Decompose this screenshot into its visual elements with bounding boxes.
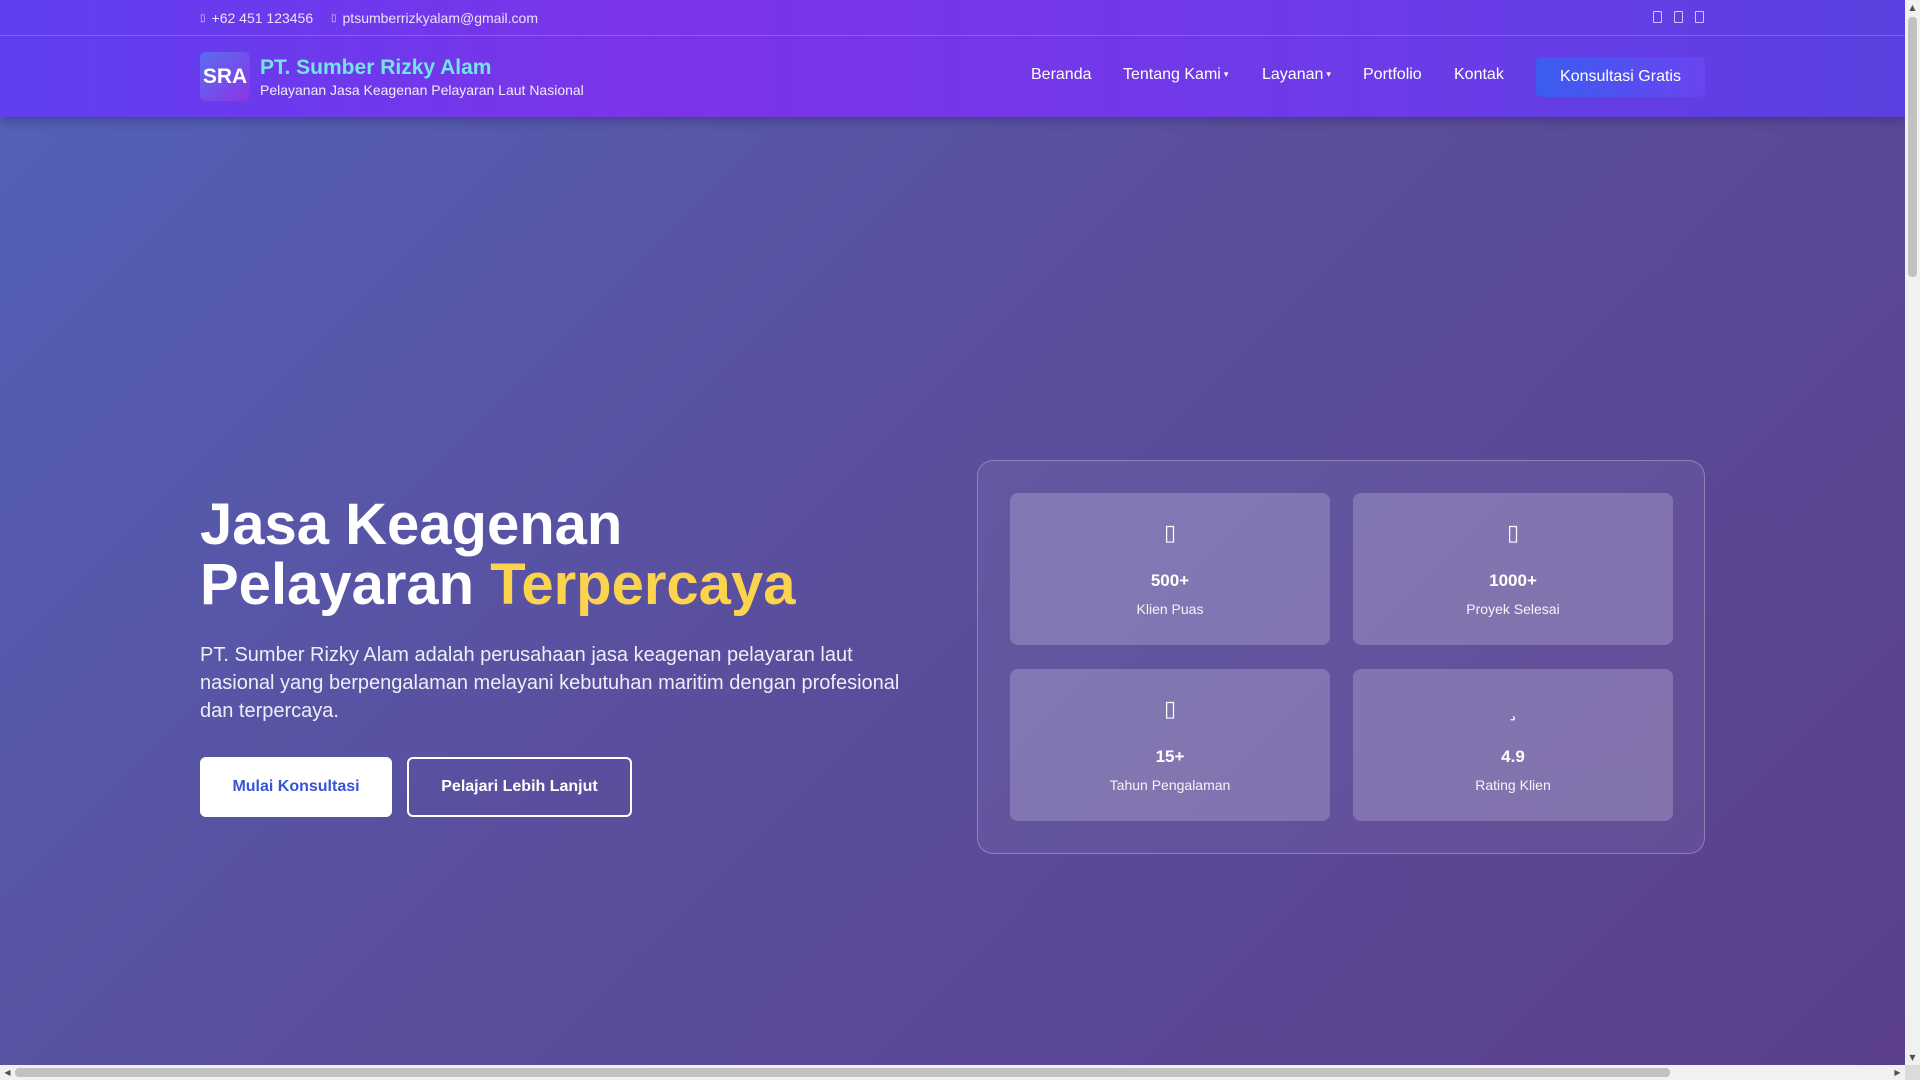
- email-contact[interactable]: ▯ ptsumberrizkyalam@gmail.com: [331, 10, 538, 26]
- scroll-down-icon[interactable]: ▼: [1905, 1050, 1920, 1065]
- stat-value: 4.9: [1501, 747, 1525, 766]
- nav-item-tentang-kami[interactable]: Tentang Kami ▾: [1123, 66, 1228, 84]
- stat-value: 500+: [1150, 571, 1190, 590]
- company-tagline: Pelayanan Jasa Keagenan Pelayaran Laut N…: [260, 82, 584, 98]
- horizontal-scroll-thumb[interactable]: [15, 1068, 1670, 1077]
- users-icon: ▯: [1163, 521, 1177, 546]
- email-address: ptsumberrizkyalam@gmail.com: [342, 10, 538, 26]
- social-links: [1653, 11, 1704, 23]
- star-icon: ¸: [1507, 697, 1519, 722]
- stat-label: Proyek Selesai: [1466, 601, 1560, 617]
- scroll-right-icon[interactable]: ▶: [1890, 1065, 1905, 1080]
- stat-label: Klien Puas: [1136, 601, 1204, 617]
- nav-item-layanan[interactable]: Layanan ▾: [1262, 66, 1331, 84]
- instagram-icon[interactable]: [1674, 11, 1683, 23]
- logo: SRA: [200, 52, 250, 101]
- stat-card: ▯ 15+ Tahun Pengalaman: [1010, 669, 1330, 821]
- nav-label: Beranda: [1031, 66, 1092, 83]
- page-viewport: ▯ +62 451 123456 ▯ ptsumberrizkyalam@gma…: [0, 0, 1905, 1065]
- hero-title-line2: Pelayaran: [200, 552, 475, 617]
- phone-contact[interactable]: ▯ +62 451 123456: [200, 10, 313, 26]
- calendar-icon: ▯: [1163, 697, 1177, 722]
- free-consultation-button[interactable]: Konsultasi Gratis: [1536, 57, 1705, 97]
- stat-value: 1000+: [1489, 571, 1537, 590]
- hero-title-line1: Jasa Keagenan: [200, 492, 623, 557]
- learn-more-button[interactable]: Pelajari Lebih Lanjut: [407, 757, 632, 817]
- stat-card: ▯ 500+ Klien Puas: [1010, 493, 1330, 645]
- hero-title-highlight: Terpercaya: [490, 552, 796, 617]
- linkedin-icon[interactable]: [1695, 11, 1704, 23]
- hero-description: PT. Sumber Rizky Alam adalah perusahaan …: [200, 644, 900, 722]
- nav-item-portfolio[interactable]: Portfolio: [1363, 66, 1422, 84]
- top-bar: ▯ +62 451 123456 ▯ ptsumberrizkyalam@gma…: [0, 0, 1905, 36]
- vertical-scrollbar[interactable]: ▲ ▼: [1905, 0, 1920, 1065]
- brand[interactable]: SRA PT. Sumber Rizky Alam Pelayanan Jasa…: [200, 52, 584, 101]
- stat-value: 15+: [1155, 747, 1185, 766]
- nav-item-beranda[interactable]: Beranda: [1031, 66, 1092, 84]
- scrollbar-corner: [1905, 1065, 1920, 1080]
- scroll-left-icon[interactable]: ◀: [0, 1065, 15, 1080]
- stat-card: ¸ 4.9 Rating Klien: [1353, 669, 1673, 821]
- site-header: ▯ +62 451 123456 ▯ ptsumberrizkyalam@gma…: [0, 0, 1905, 117]
- hero-title: Jasa Keagenan Pelayaran Terpercaya: [200, 495, 960, 615]
- nav-label: Kontak: [1454, 66, 1504, 83]
- nav-item-kontak[interactable]: Kontak: [1454, 66, 1504, 84]
- phone-number: +62 451 123456: [211, 10, 314, 26]
- brand-text: PT. Sumber Rizky Alam Pelayanan Jasa Kea…: [260, 55, 584, 98]
- vertical-scroll-thumb[interactable]: [1908, 17, 1917, 277]
- stat-label: Rating Klien: [1475, 777, 1551, 793]
- horizontal-scrollbar[interactable]: ◀ ▶: [0, 1065, 1905, 1080]
- stat-label: Tahun Pengalaman: [1109, 777, 1231, 793]
- envelope-icon: ▯: [331, 12, 337, 24]
- briefcase-icon: ▯: [1506, 521, 1520, 546]
- chevron-down-icon: ▾: [1223, 70, 1229, 80]
- company-name: PT. Sumber Rizky Alam: [260, 56, 492, 79]
- chevron-down-icon: ▾: [1326, 70, 1331, 80]
- stat-card: ▯ 1000+ Proyek Selesai: [1353, 493, 1673, 645]
- nav-label: Tentang Kami: [1123, 66, 1221, 83]
- facebook-icon[interactable]: [1653, 11, 1662, 23]
- phone-icon: ▯: [200, 12, 206, 24]
- scroll-up-icon[interactable]: ▲: [1905, 0, 1920, 15]
- nav-label: Portfolio: [1363, 66, 1422, 83]
- stats-panel: ▯ 500+ Klien Puas ▯ 1000+ Proyek Selesai…: [977, 460, 1705, 854]
- nav-label: Layanan: [1262, 66, 1324, 83]
- start-consultation-button[interactable]: Mulai Konsultasi: [200, 757, 392, 817]
